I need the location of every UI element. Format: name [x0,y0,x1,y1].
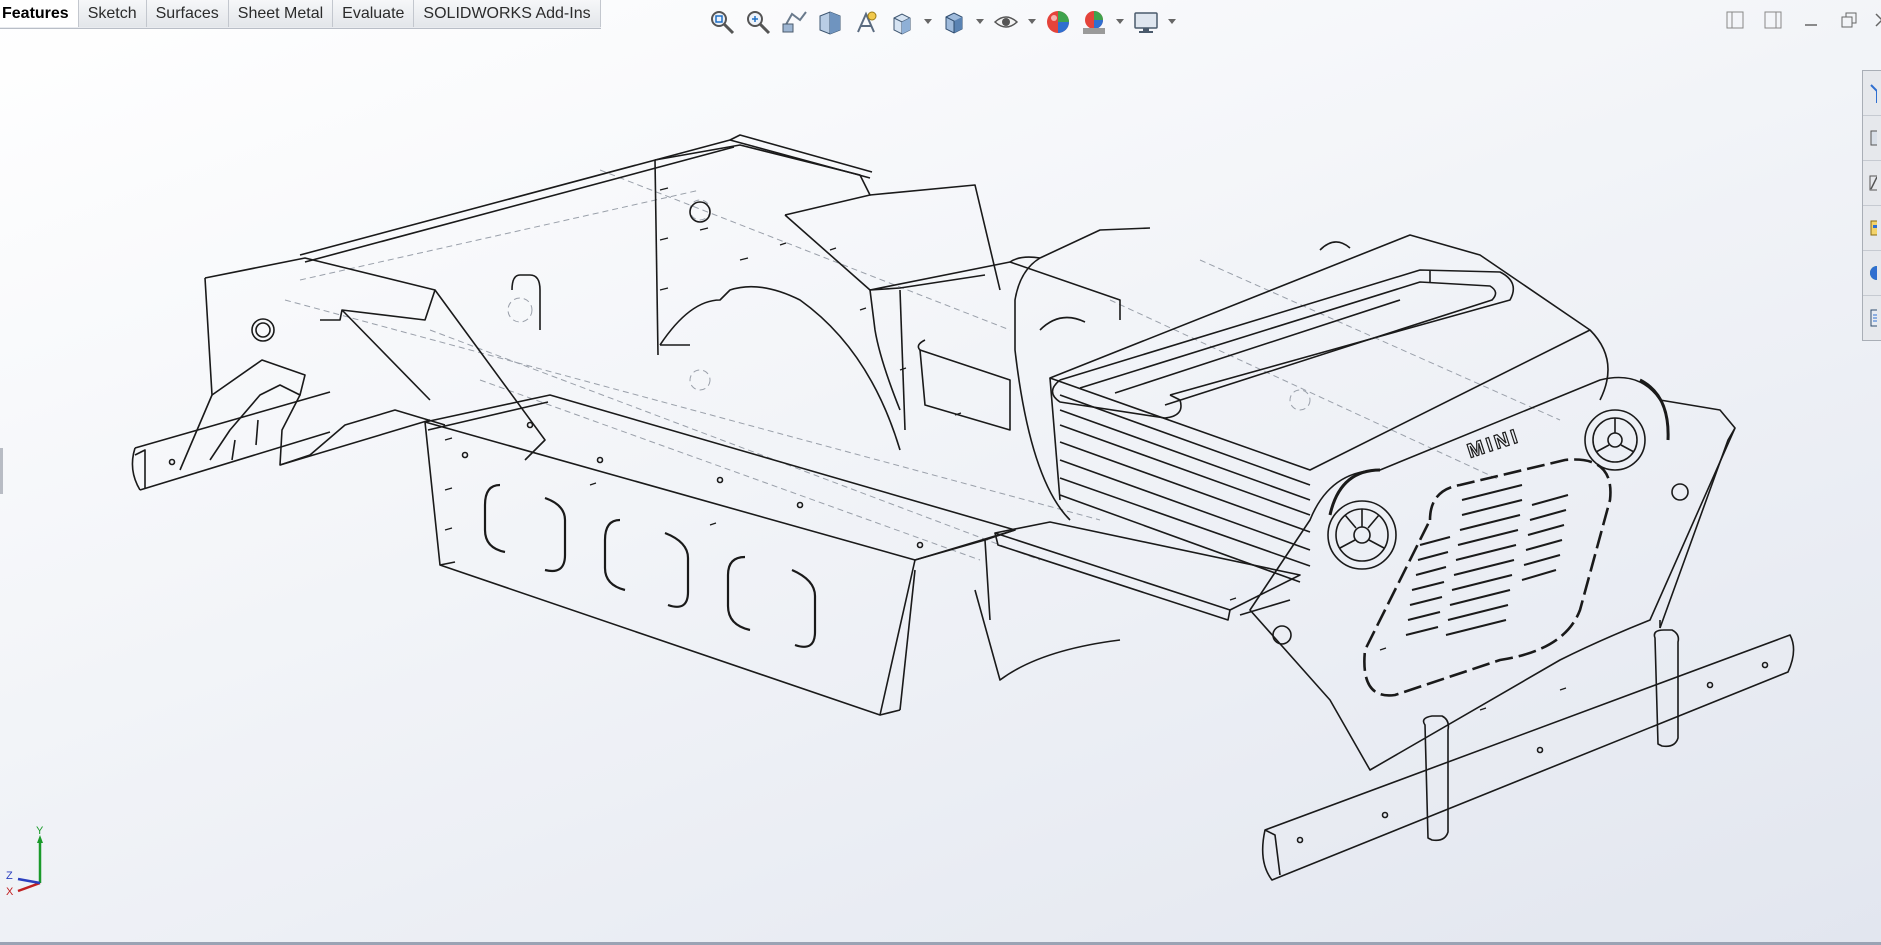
rear-frame [131,257,546,491]
floor-plate [994,521,1301,621]
triad-x-label: X [6,886,14,895]
triad-z-label: Z [6,870,13,882]
front-bumper [1261,629,1795,881]
right-headlight [1584,409,1646,471]
grille-mini-text: MINI [1465,425,1523,463]
side-box [424,394,1121,716]
front-frame [869,227,1151,521]
left-headlight [1327,500,1397,570]
model-graphics-area[interactable]: MINI [0,0,1881,945]
reference-triad: Y Z X [6,825,44,895]
hood-rack [1039,234,1609,583]
triad-y-label: Y [36,825,44,837]
